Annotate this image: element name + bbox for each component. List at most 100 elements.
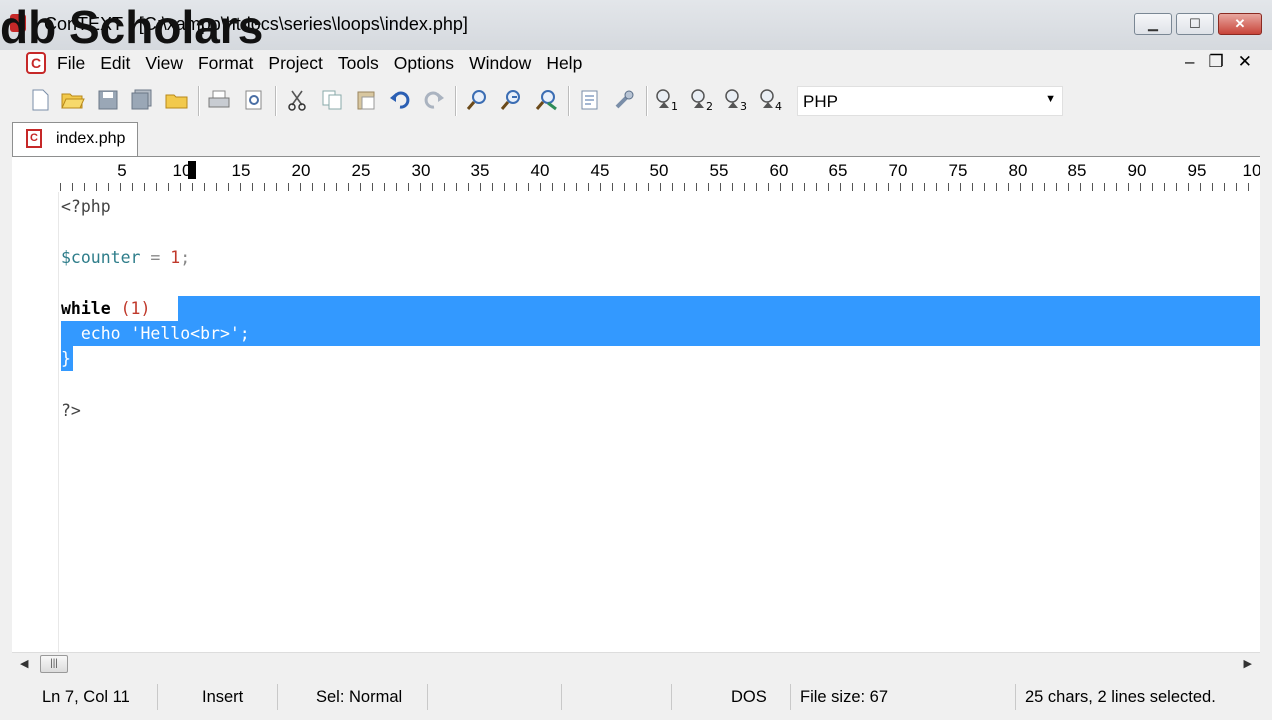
redo-icon[interactable] [420,86,448,114]
status-cursor-position: Ln 7, Col 11 [38,684,158,710]
print-icon[interactable] [205,86,233,114]
ruler-number: 60 [769,161,789,180]
svg-text:3: 3 [740,100,747,112]
ruler-number: 10 [1242,161,1260,180]
maximize-button[interactable]: ☐ [1176,13,1214,35]
ruler-number: 15 [231,161,251,180]
project-folder-icon[interactable] [163,86,191,114]
watermark-logo: db Scholars [0,1,264,53]
window-controls: ▁ ☐ ✕ [1134,13,1262,35]
status-selection-info: 25 chars, 2 lines selected. [1025,688,1216,706]
column-ruler: 5 10 15 20 25 30 35 40 45 50 55 60 65 70… [12,156,1260,193]
code-line-7[interactable]: } [61,346,71,371]
selection-highlight [178,296,1260,321]
ruler-number: 5 [117,161,127,180]
file-info-icon[interactable] [576,86,604,114]
code-number: 1 [170,248,181,267]
menu-edit[interactable]: Edit [100,53,130,74]
code-line-9[interactable]: ?> [61,398,81,423]
status-selection-mode: Sel: Normal [312,684,428,710]
language-select[interactable]: PHP ▼ [797,86,1063,116]
user-command-1-icon[interactable]: 1 [653,86,681,114]
code-line-1[interactable]: <?php [61,194,111,219]
save-icon[interactable] [94,86,122,114]
menu-items: File Edit View Format Project Tools Opti… [57,53,597,74]
find-icon[interactable] [463,86,491,114]
svg-text:1: 1 [671,100,678,112]
replace-icon[interactable] [532,86,560,114]
ruler-number: 40 [530,161,550,180]
code-variable: $counter [61,248,141,267]
code-line-5[interactable]: while (1) { [61,296,170,321]
tab-bar [0,122,1272,156]
ruler-number: 85 [1067,161,1087,180]
scroll-right-icon[interactable]: ▶ [1244,657,1252,670]
user-command-3-icon[interactable]: 3 [722,86,750,114]
scrollbar-thumb[interactable]: ||| [40,655,68,673]
code-keyword: while [61,299,111,318]
scroll-left-icon[interactable]: ◀ [20,657,28,670]
language-select-value: PHP [803,92,838,111]
copy-icon[interactable] [318,86,346,114]
horizontal-scrollbar[interactable]: ◀ ||| ▶ [12,652,1260,677]
chevron-down-icon[interactable]: ▼ [1045,93,1056,105]
minimize-button[interactable]: ▁ [1134,13,1172,35]
menu-tools[interactable]: Tools [338,53,379,74]
save-all-icon[interactable] [128,86,156,114]
menu-view[interactable]: View [145,53,183,74]
tab-index-php[interactable]: C index.php [12,122,138,156]
menu-project[interactable]: Project [268,53,322,74]
ruler-number: 25 [351,161,371,180]
ruler-number: 10 [172,161,192,180]
menu-options[interactable]: Options [394,53,454,74]
toolbar-separator [198,86,200,116]
toolbar-separator [275,86,277,116]
doc-restore-button[interactable]: ❐ [1209,52,1224,72]
ruler-number: 35 [470,161,490,180]
menu-format[interactable]: Format [198,53,253,74]
tools-icon[interactable] [611,86,639,114]
doc-minimize-button[interactable]: – [1185,52,1194,72]
user-command-4-icon[interactable]: 4 [757,86,785,114]
ruler-number: 50 [649,161,669,180]
svg-text:4: 4 [775,100,782,112]
close-button[interactable]: ✕ [1218,13,1262,35]
cut-icon[interactable] [283,86,311,114]
menu-file[interactable]: File [57,53,85,74]
code-brace: { [150,299,171,318]
code-editor[interactable]: <?php $counter = 1; while (1) { echo 'He… [12,192,1260,652]
ruler-number: 90 [1127,161,1147,180]
open-folder-icon[interactable] [59,86,87,114]
toolbar-separator [455,86,457,116]
code-line-6[interactable]: echo 'Hello<br>'; [61,321,250,346]
ruler-number: 55 [709,161,729,180]
new-file-icon[interactable] [26,86,54,114]
code-semicolon: ; [180,248,191,267]
svg-text:2: 2 [706,100,713,112]
ruler-number: 20 [291,161,311,180]
ruler-number: 65 [828,161,848,180]
ruler-number: 95 [1187,161,1207,180]
ruler-number: 30 [411,161,431,180]
ruler-number: 45 [590,161,610,180]
tab-label: index.php [56,130,126,147]
status-insert-mode: Insert [198,684,278,710]
document-window-controls: – ❐ ✕ [1185,52,1252,72]
doc-close-button[interactable]: ✕ [1238,52,1252,72]
toolbar-separator [646,86,648,116]
editor-gutter [12,192,59,652]
paste-icon[interactable] [352,86,380,114]
print-preview-icon[interactable] [240,86,268,114]
code-paren: (1) [120,299,151,318]
code-line-3[interactable]: $counter = 1; [61,245,190,270]
ruler-number: 75 [948,161,968,180]
menu-window[interactable]: Window [469,53,531,74]
document-menu-icon[interactable]: C [26,52,46,74]
toolbar-separator [568,86,570,116]
find-next-icon[interactable] [497,86,525,114]
menu-help[interactable]: Help [546,53,582,74]
undo-icon[interactable] [386,86,414,114]
user-command-2-icon[interactable]: 2 [688,86,716,114]
ruler-ticks [60,183,1260,191]
